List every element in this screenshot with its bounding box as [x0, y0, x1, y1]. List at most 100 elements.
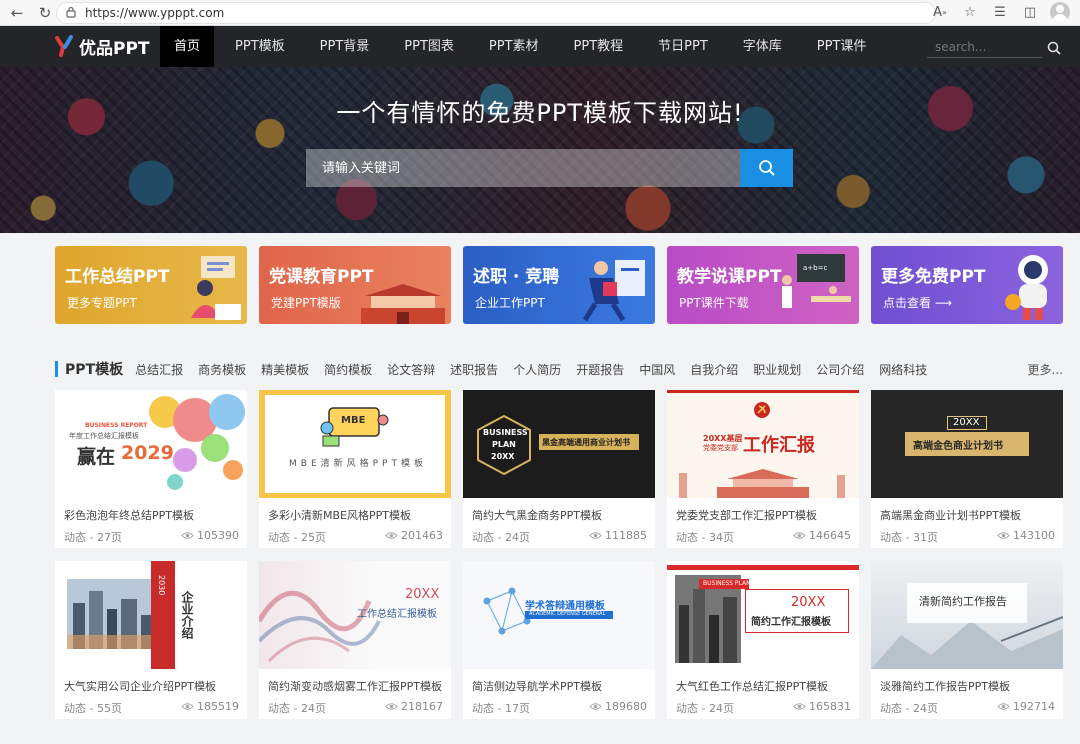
thumb-label: 学术答辩通用模板 — [525, 601, 605, 612]
banner-debriefing[interactable]: 述职 · 竞聘 企业工作PPT — [463, 246, 655, 324]
nav-ppt-courseware[interactable]: PPT课件 — [803, 26, 881, 67]
emblem-icon — [754, 402, 770, 418]
template-card[interactable]: 20XX基层 党委党支部 工作汇报 党委党支部工作汇报PPT模板 动态 - 34… — [667, 390, 859, 548]
template-card[interactable]: 学术答辩通用模板 ACADEMIC DEFENSE GENERAL 简洁侧边导航… — [463, 561, 655, 719]
category-business[interactable]: 商务模板 — [198, 361, 246, 378]
banner-subtitle: 点击查看 ⟶ — [883, 296, 953, 310]
template-thumbnail[interactable]: MBE MBE清新风格PPT模板 — [259, 390, 451, 498]
views-value: 165831 — [809, 700, 851, 713]
eye-icon — [589, 703, 602, 710]
back-icon[interactable]: ← — [6, 2, 28, 24]
category-self-intro[interactable]: 自我介绍 — [690, 361, 738, 378]
nav-ppt-backgrounds[interactable]: PPT背景 — [306, 26, 384, 67]
view-count: 143100 — [997, 529, 1055, 542]
template-title[interactable]: 大气红色工作总结汇报PPT模板 — [676, 678, 828, 694]
search-icon — [758, 160, 775, 176]
category-resume[interactable]: 个人简历 — [513, 361, 561, 378]
template-title[interactable]: 大气实用公司企业介绍PPT模板 — [64, 678, 216, 694]
template-thumbnail[interactable]: 清新简约工作报告 — [871, 561, 1063, 669]
template-thumbnail[interactable]: 20XX 高端金色商业计划书 — [871, 390, 1063, 498]
nav-ppt-tutorials[interactable]: PPT教程 — [560, 26, 638, 67]
nav-search-icon[interactable] — [1047, 40, 1061, 55]
thumb-label: BUSINESS REPORT — [85, 422, 148, 429]
banner-more-free[interactable]: 更多免费PPT 点击查看 ⟶ — [871, 246, 1063, 324]
template-card[interactable]: BUSINESS PLAN 20XX 简约工作汇报模板 大气红色工作总结汇报PP… — [667, 561, 859, 719]
category-simple[interactable]: 简约模板 — [324, 361, 372, 378]
category-tech[interactable]: 网络科技 — [879, 361, 927, 378]
template-thumbnail[interactable]: BUSINESS REPORT 年度工作总结汇报模板 赢在 2029 — [55, 390, 247, 498]
template-card[interactable]: BUSINESS PLAN 20XX 黑金高端通用商业计划书 简约大气黑金商务P… — [463, 390, 655, 548]
hero-search-input[interactable] — [322, 160, 740, 176]
nav-ppt-templates[interactable]: PPT模板 — [221, 26, 299, 67]
hero-search-button[interactable] — [740, 149, 793, 187]
template-meta: 动态 - 27页 — [64, 531, 122, 544]
site-logo[interactable]: 优品PPT — [55, 34, 150, 59]
favorites-icon[interactable]: ☰ — [990, 2, 1010, 22]
template-thumbnail[interactable]: 20XX 工作总结汇报模板 — [259, 561, 451, 669]
template-title[interactable]: 多彩小清新MBE风格PPT模板 — [268, 507, 411, 523]
template-card[interactable]: BUSINESS REPORT 年度工作总结汇报模板 赢在 2029 彩色泡泡年… — [55, 390, 247, 548]
city-photo — [67, 579, 163, 649]
collections-icon[interactable]: ◫ — [1020, 2, 1040, 22]
view-count: 146645 — [793, 529, 851, 542]
gate-tower-icon — [679, 469, 845, 498]
refresh-icon[interactable]: ↻ — [34, 2, 56, 24]
nav-home[interactable]: 首页 — [160, 26, 215, 67]
template-meta: 动态 - 17页 — [472, 702, 530, 715]
nav-ppt-charts[interactable]: PPT图表 — [390, 26, 468, 67]
title-frame — [745, 589, 849, 633]
template-title[interactable]: 彩色泡泡年终总结PPT模板 — [64, 507, 194, 523]
banner-title: 述职 · 竞聘 — [473, 267, 560, 287]
template-card[interactable]: 清新简约工作报告 淡雅简约工作报告PPT模板 动态 - 24页 192714 — [871, 561, 1063, 719]
category-summary-report[interactable]: 总结汇报 — [135, 361, 183, 378]
address-bar[interactable]: https://www.ypppt.com — [56, 2, 936, 24]
banner-party-education[interactable]: 党课教育PPT 党建PPT模版 — [259, 246, 451, 324]
template-thumbnail[interactable]: 学术答辩通用模板 ACADEMIC DEFENSE GENERAL — [463, 561, 655, 669]
more-link[interactable]: 更多... — [1028, 361, 1063, 378]
template-title[interactable]: 党委党支部工作汇报PPT模板 — [676, 507, 817, 523]
astronaut-icon — [1005, 255, 1048, 320]
logo-mark-icon — [55, 35, 75, 57]
businessman-icon — [582, 260, 645, 322]
site-nav: 优品PPT 首页 PPT模板 PPT背景 PPT图表 PPT素材 PPT教程 节… — [0, 26, 1080, 67]
category-thesis-defense[interactable]: 论文答辩 — [387, 361, 435, 378]
category-career-plan[interactable]: 职业规划 — [753, 361, 801, 378]
category-company-intro[interactable]: 公司介绍 — [816, 361, 864, 378]
template-title[interactable]: 简约渐变动感烟雾工作汇报PPT模板 — [268, 678, 442, 694]
template-card[interactable]: 企业介绍 2030 大气实用公司企业介绍PPT模板 动态 - 55页 18551… — [55, 561, 247, 719]
category-proposal[interactable]: 开题报告 — [576, 361, 624, 378]
nav-search-input[interactable] — [927, 39, 1042, 54]
template-card[interactable]: MBE MBE清新风格PPT模板 多彩小清新MBE风格PPT模板 动态 - 25… — [259, 390, 451, 548]
favorite-star-icon[interactable]: ☆ — [960, 2, 980, 22]
eye-icon — [997, 532, 1010, 539]
read-aloud-icon[interactable]: A» — [930, 2, 950, 22]
template-title[interactable]: 高端黑金商业计划书PPT模板 — [880, 507, 1021, 523]
topic-banners: 工作总结PPT 更多专题PPT 党课教育PPT 党建PPT模版 述职 · 竞聘 … — [55, 246, 1063, 324]
category-chinese-style[interactable]: 中国风 — [639, 361, 675, 378]
template-thumbnail[interactable]: BUSINESS PLAN 20XX 简约工作汇报模板 — [667, 561, 859, 669]
nav-fonts[interactable]: 字体库 — [729, 26, 796, 67]
eye-icon — [997, 703, 1010, 710]
views-value: 111885 — [605, 529, 647, 542]
nav-holiday-ppt[interactable]: 节日PPT — [644, 26, 722, 67]
template-thumbnail[interactable]: BUSINESS PLAN 20XX 黑金高端通用商业计划书 — [463, 390, 655, 498]
nav-ppt-materials[interactable]: PPT素材 — [475, 26, 553, 67]
banner-work-summary[interactable]: 工作总结PPT 更多专题PPT — [55, 246, 247, 324]
template-thumbnail[interactable]: 企业介绍 2030 — [55, 561, 247, 669]
template-thumbnail[interactable]: 20XX基层 党委党支部 工作汇报 — [667, 390, 859, 498]
banner-teaching[interactable]: 教学说课PPT PPT课件下载 a+b=c — [667, 246, 859, 324]
thumb-label: 清新简约工作报告 — [919, 595, 1007, 608]
banner-subtitle: 党建PPT模版 — [271, 296, 341, 310]
profile-avatar[interactable] — [1050, 2, 1070, 22]
template-title[interactable]: 淡雅简约工作报告PPT模板 — [880, 678, 1010, 694]
category-beautiful[interactable]: 精美模板 — [261, 361, 309, 378]
views-value: 143100 — [1013, 529, 1055, 542]
category-debriefing[interactable]: 述职报告 — [450, 361, 498, 378]
eye-icon — [385, 703, 398, 710]
template-card[interactable]: 20XX 高端金色商业计划书 高端黑金商业计划书PPT模板 动态 - 31页 1… — [871, 390, 1063, 548]
template-title[interactable]: 简约大气黑金商务PPT模板 — [472, 507, 602, 523]
template-card[interactable]: 20XX 工作总结汇报模板 简约渐变动感烟雾工作汇报PPT模板 动态 - 24页… — [259, 561, 451, 719]
thumb-label: 20XX — [953, 417, 980, 428]
template-title[interactable]: 简洁侧边导航学术PPT模板 — [472, 678, 602, 694]
thumb-label: MBE — [341, 415, 366, 426]
